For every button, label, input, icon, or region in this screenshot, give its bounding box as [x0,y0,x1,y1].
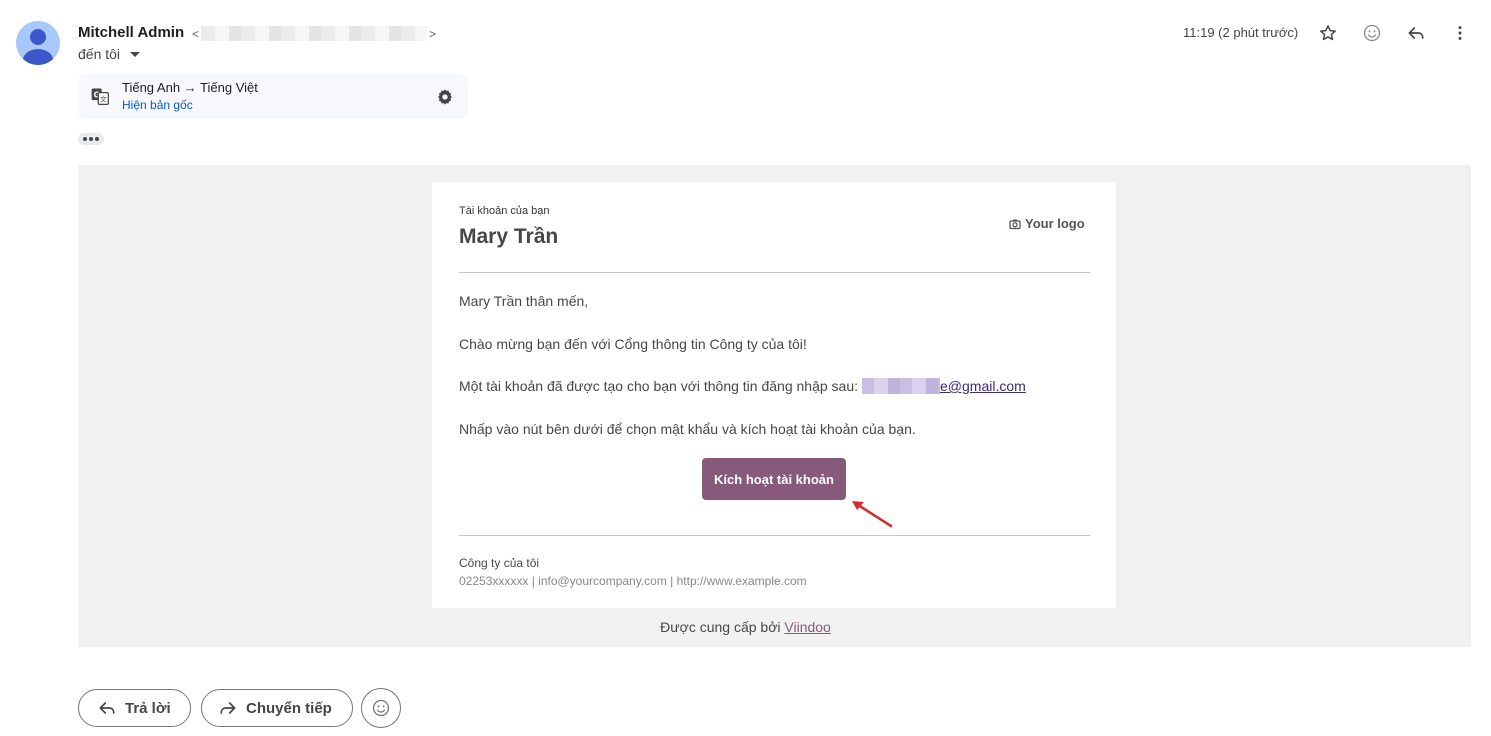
svg-text:文: 文 [100,94,107,103]
email-open-bracket: < [192,26,200,41]
powered-by: Được cung cấp bởi Viindoo [0,619,1491,635]
activate-account-button[interactable]: Kích hoạt tài khoản [702,458,846,500]
translation-bar: G文 Tiếng Anh → Tiếng Việt Hiện bản gốc [78,74,468,119]
redacted-email [201,26,428,41]
powered-by-prefix: Được cung cấp bởi [660,619,785,635]
avatar-body-shape [23,49,53,65]
to-label: đến tôi [78,46,121,62]
account-created-label: Một tài khoản đã được tạo cho bạn với th… [459,378,858,394]
company-logo: Your logo [1009,216,1085,231]
avatar-head-shape [30,29,46,45]
email-card: Tài khoản của bạn Mary Trần Your logo Ma… [432,182,1116,608]
dot [89,137,93,141]
logo-text: Your logo [1025,216,1085,231]
sender-avatar[interactable] [16,21,60,65]
reply-icon [99,702,115,714]
camera-icon [1009,219,1021,229]
emoji-reaction-button[interactable] [361,688,401,728]
sender-email: < > [192,26,436,41]
chevron-down-icon [130,51,141,57]
dot [83,137,87,141]
emoji-icon[interactable] [1361,22,1383,44]
show-original-link[interactable]: Hiện bản gốc [122,98,193,112]
viindoo-link[interactable]: Viindoo [784,619,830,635]
forward-icon [220,702,236,714]
sender-name[interactable]: Mitchell Admin [78,24,184,41]
divider [459,535,1090,536]
gear-icon[interactable] [435,87,455,112]
company-name: Công ty của tôi [459,556,540,570]
greeting-text: Mary Trần thân mến, [459,293,589,309]
recipient-details-toggle[interactable]: đến tôi [78,46,141,62]
email-close-bracket: > [429,26,437,41]
welcome-text: Chào mừng bạn đến với Cổng thông tin Côn… [459,336,807,352]
more-vert-icon[interactable] [1449,22,1471,44]
account-created-text: Một tài khoản đã được tạo cho bạn với th… [459,378,1026,394]
reply-button[interactable]: Trả lời [78,689,191,727]
translate-icon: G文 [90,86,110,111]
login-email-link[interactable]: e@gmail.com [940,378,1026,394]
dot [95,137,99,141]
emoji-icon [372,699,390,717]
star-icon[interactable] [1317,22,1339,44]
reply-icon[interactable] [1405,22,1427,44]
translation-languages: Tiếng Anh → Tiếng Việt [122,80,258,95]
account-label: Tài khoản của bạn [459,205,550,217]
recipient-name: Mary Trần [459,225,559,248]
redacted-login-email [862,378,940,394]
message-time: 11:19 (2 phút trước) [1183,25,1299,40]
forward-button[interactable]: Chuyển tiếp [201,689,353,727]
forward-label: Chuyển tiếp [246,699,332,717]
divider [459,272,1090,273]
instructions-text: Nhấp vào nút bên dưới để chọn mật khẩu v… [459,421,916,437]
company-contact: 02253xxxxxx | info@yourcompany.com | htt… [459,574,807,588]
annotation-arrow-icon [848,498,896,535]
show-trimmed-content-button[interactable] [78,133,104,145]
reply-label: Trả lời [125,699,171,717]
